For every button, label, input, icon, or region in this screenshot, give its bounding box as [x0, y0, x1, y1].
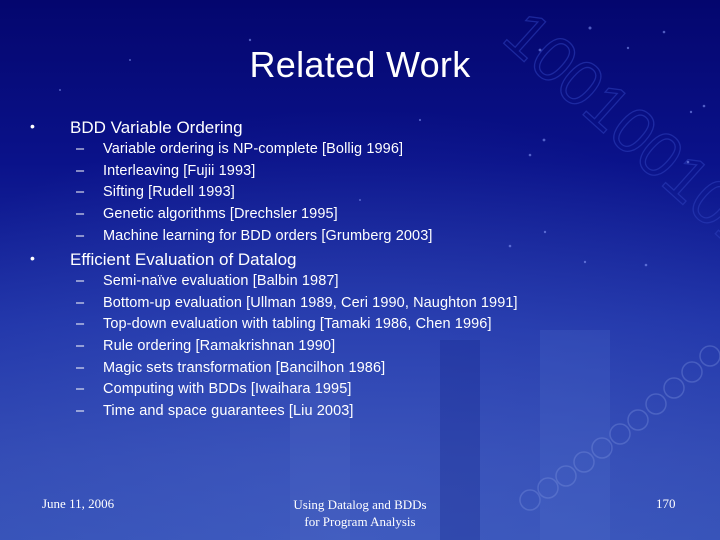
dash-icon: – [76, 228, 85, 244]
dash-icon: – [76, 316, 85, 332]
dash-icon: – [76, 338, 85, 354]
bullet-label: Efficient Evaluation of Datalog [70, 250, 297, 269]
page-number: 170 [656, 496, 676, 511]
pillar-shape [540, 330, 610, 540]
dash-icon: – [76, 184, 85, 200]
bullet-label: BDD Variable Ordering [70, 118, 243, 137]
footer-title: Using Datalog and BDDs for Program Analy… [260, 496, 460, 530]
footer-title-line-2: for Program Analysis [304, 514, 416, 529]
bullet-icon: • [30, 250, 35, 266]
dash-icon: – [76, 141, 85, 157]
dash-icon: – [76, 295, 85, 311]
slide-title: Related Work [249, 44, 471, 85]
footer-title-line-1: Using Datalog and BDDs [293, 497, 427, 512]
molecule-decoration [519, 345, 720, 511]
dash-icon: – [76, 273, 85, 289]
bullet-icon: • [30, 118, 35, 134]
dash-icon: – [76, 360, 85, 376]
dash-icon: – [76, 381, 85, 397]
footer-date: June 11, 2006 [42, 496, 115, 511]
dash-icon: – [76, 403, 85, 419]
dash-icon: – [76, 163, 85, 179]
dash-icon: – [76, 206, 85, 222]
